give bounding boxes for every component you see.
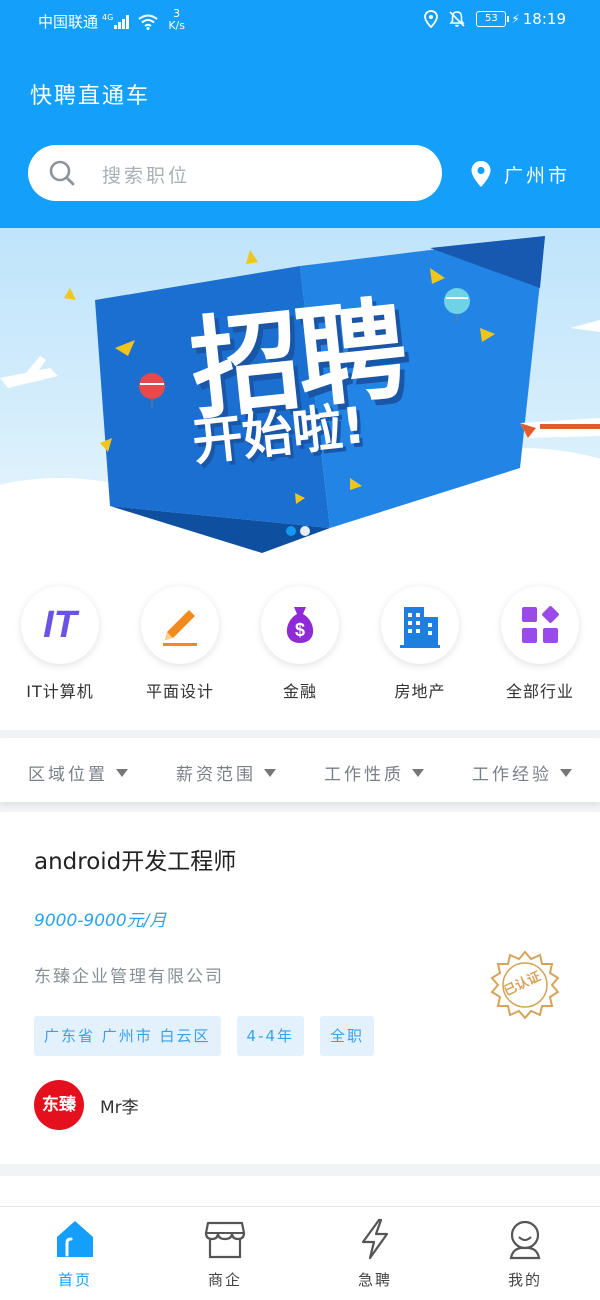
it-icon: IT bbox=[21, 586, 99, 664]
banner-dot-1[interactable] bbox=[286, 526, 296, 536]
company-logo: 东臻 bbox=[34, 1080, 84, 1130]
filter-bar: 区域位置 薪资范围 工作性质 工作经验 bbox=[0, 738, 600, 802]
city-selector[interactable]: 广州市 bbox=[470, 160, 570, 188]
recruiter-info: 东臻 Mr李 bbox=[34, 1080, 139, 1130]
tag-experience: 4-4年 bbox=[236, 1016, 305, 1056]
banner-pagination bbox=[286, 526, 314, 536]
verified-badge: 已认证 bbox=[490, 950, 560, 1024]
tag-job-type: 全职 bbox=[320, 1016, 375, 1056]
category-all-industries[interactable]: 全部行业 bbox=[480, 586, 600, 702]
search-icon bbox=[49, 160, 75, 186]
bottom-navigation: 首页 商企 急聘 我的 bbox=[0, 1206, 600, 1300]
charging-icon: ⚡ bbox=[511, 12, 520, 26]
filter-experience[interactable]: 工作经验 bbox=[472, 760, 572, 785]
nav-home[interactable]: 首页 bbox=[0, 1217, 150, 1290]
caret-down-icon bbox=[116, 768, 128, 777]
category-label: IT计算机 bbox=[26, 682, 94, 701]
wifi-icon bbox=[138, 14, 158, 30]
nav-label: 急聘 bbox=[357, 1271, 392, 1289]
profile-icon bbox=[509, 1220, 541, 1260]
battery-icon: 53 bbox=[476, 11, 510, 27]
filter-region[interactable]: 区域位置 bbox=[28, 760, 128, 785]
category-graphic-design[interactable]: 平面设计 bbox=[120, 586, 240, 702]
job-salary: 9000-9000元/月 bbox=[34, 911, 167, 931]
caret-down-icon bbox=[412, 768, 424, 777]
nav-urgent[interactable]: 急聘 bbox=[300, 1217, 450, 1290]
category-label: 金融 bbox=[282, 682, 317, 701]
network-type: 4G bbox=[102, 13, 114, 22]
speed-unit: K/s bbox=[168, 18, 185, 32]
status-bar: 中国联通 4G 3 K/s 53 ⚡ 18:19 bbox=[0, 0, 600, 42]
category-it[interactable]: IT IT计算机 bbox=[0, 586, 120, 702]
grid-icon bbox=[522, 606, 559, 643]
lightning-icon bbox=[361, 1218, 389, 1260]
clock: 18:19 bbox=[522, 10, 566, 28]
filter-label: 区域位置 bbox=[28, 765, 108, 785]
filter-label: 薪资范围 bbox=[176, 765, 256, 785]
job-title: android开发工程师 bbox=[34, 849, 237, 875]
carrier-label: 中国联通 bbox=[38, 13, 99, 31]
app-header: 中国联通 4G 3 K/s 53 ⚡ 18:19 快聘直通车 搜索职位 广州市 bbox=[0, 0, 600, 228]
building-icon bbox=[400, 607, 440, 648]
next-job-card[interactable] bbox=[0, 1176, 600, 1206]
category-label: 全部行业 bbox=[505, 682, 574, 701]
category-grid: IT IT计算机 平面设计 $ 金融 房地产 全部行业 bbox=[0, 556, 600, 730]
filter-label: 工作经验 bbox=[472, 765, 552, 785]
filter-job-type[interactable]: 工作性质 bbox=[324, 760, 424, 785]
search-placeholder: 搜索职位 bbox=[102, 165, 191, 187]
home-icon bbox=[57, 1221, 93, 1257]
nav-business[interactable]: 商企 bbox=[150, 1217, 300, 1290]
speed-value: 3 bbox=[173, 6, 181, 20]
mute-icon bbox=[449, 11, 465, 27]
nav-label: 商企 bbox=[207, 1271, 242, 1289]
recruitment-banner[interactable]: 招聘 开始啦! bbox=[0, 228, 600, 556]
nav-label: 首页 bbox=[57, 1271, 92, 1289]
filter-label: 工作性质 bbox=[324, 765, 404, 785]
job-card[interactable]: android开发工程师 9000-9000元/月 东臻企业管理有限公司 已认证… bbox=[0, 812, 600, 1164]
nav-profile[interactable]: 我的 bbox=[450, 1217, 600, 1290]
tag-location: 广东省 广州市 白云区 bbox=[34, 1016, 221, 1056]
nav-label: 我的 bbox=[507, 1271, 542, 1289]
category-real-estate[interactable]: 房地产 bbox=[360, 586, 480, 702]
network-speed: 3 K/s bbox=[168, 6, 185, 32]
search-input[interactable]: 搜索职位 bbox=[28, 145, 442, 201]
category-label: 平面设计 bbox=[145, 682, 214, 701]
app-title: 快聘直通车 bbox=[30, 84, 151, 109]
banner-dot-2[interactable] bbox=[300, 526, 310, 536]
filter-salary[interactable]: 薪资范围 bbox=[176, 760, 276, 785]
job-tags: 广东省 广州市 白云区 4-4年 全职 bbox=[34, 1016, 390, 1056]
caret-down-icon bbox=[560, 768, 572, 777]
shop-icon bbox=[204, 1221, 246, 1259]
pencil-icon bbox=[163, 610, 197, 646]
money-bag-icon: $ bbox=[286, 607, 314, 643]
recruiter-name: Mr李 bbox=[100, 1097, 139, 1118]
caret-down-icon bbox=[264, 768, 276, 777]
location-pin-icon bbox=[471, 161, 491, 187]
city-label: 广州市 bbox=[504, 164, 571, 187]
category-label: 房地产 bbox=[394, 682, 446, 701]
svg-text:$: $ bbox=[295, 620, 305, 640]
category-finance[interactable]: $ 金融 bbox=[240, 586, 360, 702]
it-icon-text: IT bbox=[43, 603, 77, 646]
signal-icon bbox=[114, 14, 130, 29]
location-status-icon bbox=[424, 10, 439, 28]
company-name: 东臻企业管理有限公司 bbox=[34, 967, 224, 987]
